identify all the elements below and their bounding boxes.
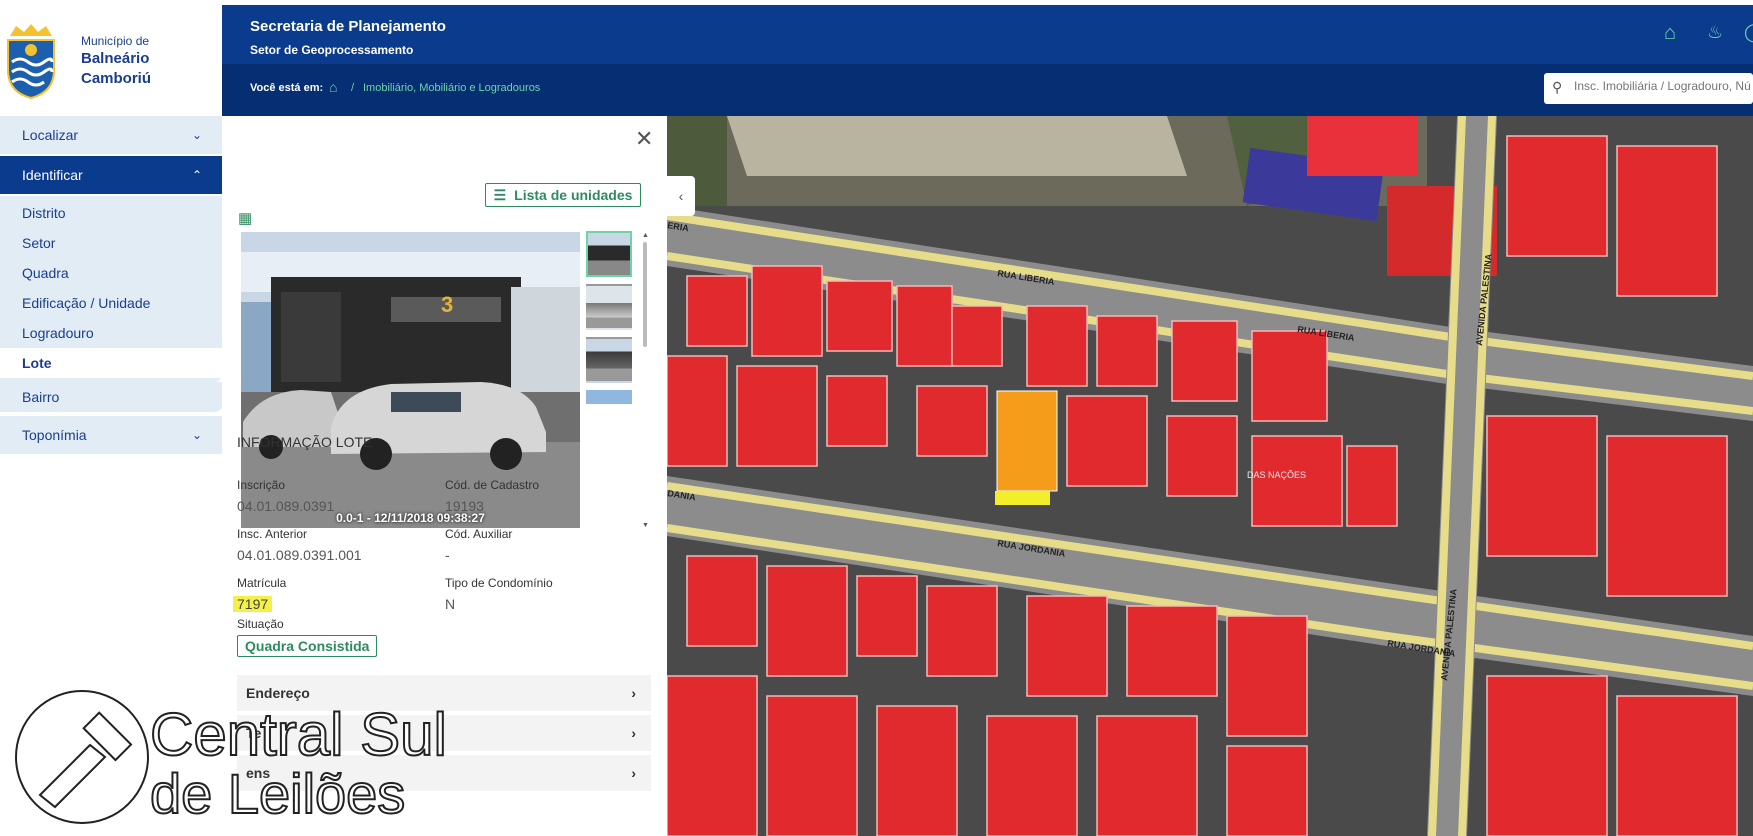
search-input[interactable] [1574,79,1753,93]
accordion-endereco[interactable]: Endereço › [237,675,651,713]
accordion-label: ens [246,765,271,781]
condominio-label: Tipo de Condomínio [445,576,553,590]
sidebar-item-toponimia[interactable]: Toponímia ⌄ [0,416,222,456]
accordion-2[interactable]: Te › [237,715,651,753]
cadastro-label: Cód. de Cadastro [445,478,540,492]
home-icon[interactable]: ⌂ [1664,22,1676,45]
coat-of-arms-icon [7,24,55,100]
breadcrumb-separator: / [351,82,355,94]
close-icon[interactable]: ✕ [635,126,653,152]
chevron-down-icon: ⌄ [191,128,202,142]
info-panel: ✕ ☰ Lista de unidades ▦ 3 0.0-1 - 12/11/… [222,116,667,836]
sidebar-item-bairro[interactable]: Bairro [0,382,222,414]
accordion-3[interactable]: ens › [237,755,651,793]
chevron-down-icon: ⌄ [191,428,202,442]
chevron-up-icon: ⌃ [191,168,202,182]
sidebar-item-lote[interactable]: Lote [0,348,222,378]
list-icon: ☰ [493,186,507,203]
chevron-right-icon: › [631,765,636,781]
auxiliar-value: - [445,547,450,563]
thumbnail-scrollbar[interactable]: ▲ ▼ [642,232,649,532]
matricula-label: Matrícula [237,576,287,590]
breadcrumb-label: Você está em: [250,82,324,94]
svg-text:3: 3 [441,292,453,317]
situacao-label: Situação [237,617,284,631]
inscricao-label: Inscrição [237,478,286,492]
button-label: Lista de unidades [514,187,633,203]
table-icon[interactable]: ▦ [238,209,252,227]
header-title: Secretaria de Planejamento [250,18,446,35]
lista-unidades-button[interactable]: ☰ Lista de unidades [485,183,641,207]
search-box[interactable]: ⚲ [1544,73,1753,104]
brand: Município de Balneário Camboriú [0,0,222,116]
sidebar-item-distrito[interactable]: Distrito [0,198,222,228]
auxiliar-label: Cód. Auxiliar [445,527,513,541]
sidebar-item-edificacao[interactable]: Edificação / Unidade [0,288,222,318]
collapse-panel-button[interactable]: ‹ [667,176,695,216]
brand-line1: Município de [81,34,150,48]
cadastro-value: 19193 [445,498,484,514]
map-place-label: DAS NAÇÕES [1247,470,1306,480]
sidebar: Município de Balneário Camboriú Localiza… [0,0,222,836]
header-subtitle: Setor de Geoprocessamento [250,43,414,57]
status-badge: Quadra Consistida [237,635,378,657]
sidebar-item-label: Toponímia [22,427,87,443]
sidebar-item-label: Identificar [22,167,83,183]
thumbnail[interactable] [586,284,632,330]
globe-icon[interactable]: ◯ [1744,22,1753,43]
thumbnail[interactable] [586,231,632,277]
sidebar-nav: Localizar ⌄ Identificar ⌃ Distrito Setor… [0,116,222,456]
matricula-value-wrap: 7197 [233,596,273,612]
inscricao-value: 04.01.089.0391 [237,498,335,514]
breadcrumb-home-icon[interactable]: ⌂ [329,79,337,95]
app-header: Secretaria de Planejamento Setor de Geop… [222,5,1753,116]
identificar-submenu: Distrito Setor Quadra Edificação / Unida… [0,196,222,382]
chevron-left-icon: ‹ [678,188,684,204]
sidebar-item-setor[interactable]: Setor [0,228,222,258]
condominio-value: N [445,596,456,612]
bell-icon[interactable]: ♨ [1707,22,1723,43]
chevron-right-icon: › [631,725,636,741]
sidebar-item-identificar[interactable]: Identificar ⌃ [0,156,222,196]
map-view[interactable]: ERIA RUA LIBERIA RUA LIBERIA DANIA RUA J… [667,116,1753,836]
section-title: INFORMAÇÃO LOTE [237,434,373,450]
sidebar-item-logradouro[interactable]: Logradouro [0,318,222,348]
matricula-value: 7197 [233,596,273,612]
sidebar-item-label: Localizar [22,127,79,143]
photo-thumbnails [586,231,634,411]
search-icon: ⚲ [1552,79,1563,95]
anterior-label: Insc. Anterior [237,527,308,541]
breadcrumb-link[interactable]: Imobiliário, Mobiliário e Logradouros [363,82,540,94]
thumbnail[interactable] [586,337,632,383]
accordion-label: Te [246,725,262,741]
accordion-label: Endereço [246,685,310,701]
map-canvas: ERIA RUA LIBERIA RUA LIBERIA DANIA RUA J… [667,116,1753,836]
anterior-value: 04.01.089.0391.001 [237,547,362,563]
sidebar-item-label: Bairro [22,389,60,405]
sidebar-item-localizar[interactable]: Localizar ⌄ [0,116,222,156]
brand-line2: Balneário [81,50,150,67]
brand-line3: Camboriú [81,70,152,87]
sidebar-item-quadra[interactable]: Quadra [0,258,222,288]
thumbnail[interactable] [586,390,632,404]
chevron-right-icon: › [631,685,636,701]
